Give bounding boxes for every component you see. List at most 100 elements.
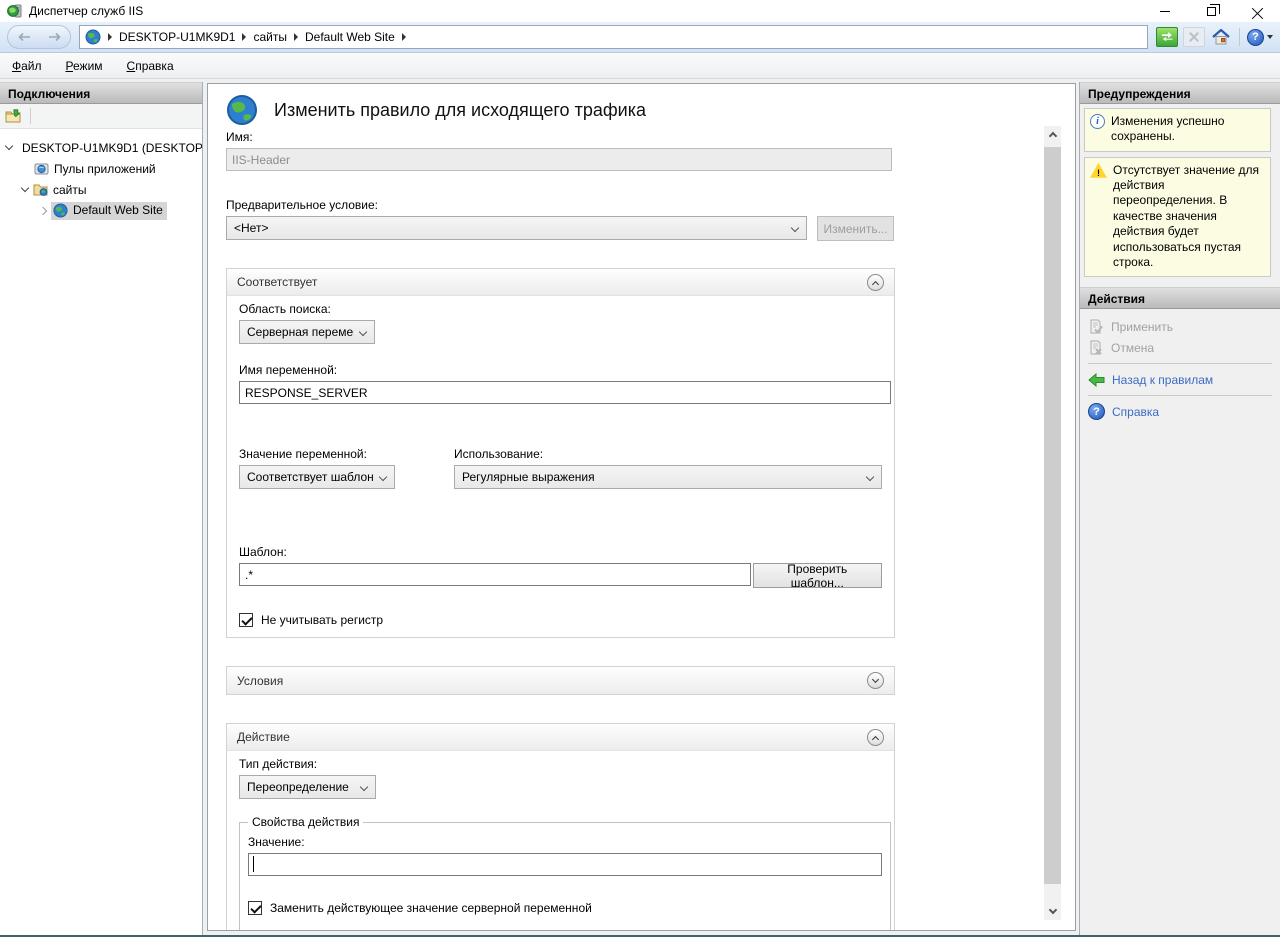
home-button[interactable] bbox=[1210, 27, 1232, 47]
help-menu-button[interactable]: ? bbox=[1247, 29, 1273, 46]
action-section-title: Действие bbox=[237, 730, 290, 744]
variable-value-group: Значение переменной: Соответствует шабло… bbox=[239, 447, 444, 489]
conditions-section: Условия bbox=[226, 666, 895, 695]
pattern-input[interactable] bbox=[239, 563, 751, 586]
chevron-down-icon bbox=[360, 783, 368, 791]
scroll-up-button[interactable] bbox=[1044, 126, 1061, 143]
menu-bar: Файл Режим Справка bbox=[0, 53, 1280, 79]
forward-button[interactable] bbox=[48, 32, 62, 42]
action-apply[interactable]: Применить bbox=[1080, 316, 1280, 337]
variable-name-label: Имя переменной: bbox=[239, 363, 882, 377]
selected-tree-row[interactable]: Default Web Site bbox=[51, 202, 167, 220]
variable-name-input[interactable] bbox=[239, 381, 891, 404]
rule-name-input[interactable] bbox=[226, 148, 892, 171]
back-button[interactable] bbox=[17, 32, 31, 42]
close-button[interactable] bbox=[1234, 0, 1280, 22]
ignore-case-row: Не учитывать регистр bbox=[239, 613, 882, 627]
tree-label-app-pools: Пулы приложений bbox=[54, 162, 156, 176]
alerts-header: Предупреждения bbox=[1080, 82, 1280, 104]
expand-chevron-icon[interactable] bbox=[5, 142, 13, 150]
action-back-to-rules-label: Назад к правилам bbox=[1112, 373, 1213, 387]
menu-view[interactable]: Режим bbox=[66, 59, 103, 73]
warning-glyph: ! bbox=[1097, 168, 1100, 178]
tree-label-server: DESKTOP-U1MK9D1 (DESKTOP bbox=[22, 141, 202, 155]
address-bar-tools: ? bbox=[1156, 27, 1273, 47]
chevron-up-icon bbox=[872, 280, 879, 287]
conditions-section-header: Условия bbox=[227, 667, 894, 694]
tree-item-default-web-site[interactable]: Default Web Site bbox=[0, 200, 202, 221]
tree-item-server[interactable]: DESKTOP-U1MK9D1 (DESKTOP bbox=[0, 137, 202, 158]
stop-icon bbox=[1189, 32, 1199, 42]
minimize-button[interactable] bbox=[1142, 0, 1188, 22]
expand-chevron-icon[interactable] bbox=[21, 184, 29, 192]
tree-item-sites[interactable]: сайты bbox=[0, 179, 202, 200]
scroll-down-button[interactable] bbox=[1044, 903, 1061, 920]
match-section-title: Соответствует bbox=[237, 275, 317, 289]
usage-group: Использование: Регулярные выражения bbox=[454, 447, 882, 489]
help-dropdown-caret-icon bbox=[1267, 35, 1273, 39]
connections-tree: DESKTOP-U1MK9D1 (DESKTOP Пулы приложений bbox=[0, 129, 202, 221]
scope-select[interactable]: Серверная переменн bbox=[239, 320, 375, 344]
action-help-label: Справка bbox=[1112, 405, 1159, 419]
action-properties-groupbox: Свойства действия Значение: Заменить дей… bbox=[239, 822, 891, 931]
match-section-header: Соответствует bbox=[227, 269, 894, 296]
chevron-down-icon bbox=[866, 473, 874, 481]
website-globe-icon bbox=[53, 203, 68, 218]
breadcrumb-item-server[interactable]: DESKTOP-U1MK9D1 bbox=[119, 30, 235, 44]
action-back-to-rules[interactable]: Назад к правилам bbox=[1080, 369, 1280, 390]
breadcrumb-item-sites[interactable]: сайты bbox=[253, 30, 287, 44]
replace-value-row: Заменить действующее значение серверной … bbox=[248, 901, 880, 915]
variable-value-usage-row: Значение переменной: Соответствует шабло… bbox=[239, 447, 882, 489]
breadcrumb-item-default-web-site[interactable]: Default Web Site bbox=[305, 30, 395, 44]
refresh-button[interactable] bbox=[1156, 27, 1178, 47]
main-scrollbar[interactable] bbox=[1044, 126, 1061, 920]
collapsed-chevron-icon[interactable] bbox=[39, 206, 47, 214]
value-label: Значение: bbox=[248, 835, 880, 849]
stop-button-disabled[interactable] bbox=[1183, 27, 1205, 47]
ignore-case-checkbox[interactable] bbox=[239, 613, 253, 627]
menu-file[interactable]: Файл bbox=[12, 59, 42, 73]
alert-warning: ! Отсутствует значение для действия пере… bbox=[1084, 157, 1271, 278]
restore-button[interactable] bbox=[1188, 0, 1234, 22]
replace-value-checkbox[interactable] bbox=[248, 901, 262, 915]
pattern-row: Проверить шаблон... bbox=[239, 563, 882, 588]
tree-item-app-pools[interactable]: Пулы приложений bbox=[0, 158, 202, 179]
menu-help[interactable]: Справка bbox=[127, 59, 174, 73]
create-connection-icon[interactable] bbox=[5, 109, 22, 124]
app-body: Подключения DES bbox=[0, 79, 1280, 935]
breadcrumb-separator-icon bbox=[108, 33, 112, 41]
precondition-edit-button[interactable]: Изменить... bbox=[817, 216, 894, 241]
navigation-buttons bbox=[7, 25, 71, 49]
info-glyph: i bbox=[1096, 116, 1099, 127]
usage-select[interactable]: Регулярные выражения bbox=[454, 465, 882, 489]
alert-warning-text: Отсутствует значение для действия переоп… bbox=[1113, 163, 1266, 271]
actions-header: Действия bbox=[1080, 287, 1280, 309]
usage-value: Регулярные выражения bbox=[462, 470, 595, 484]
action-cancel[interactable]: Отмена bbox=[1080, 337, 1280, 358]
restore-icon bbox=[1207, 7, 1216, 16]
action-type-value: Переопределение bbox=[247, 780, 349, 794]
chevron-down-icon bbox=[359, 328, 367, 336]
breadcrumb-separator-icon bbox=[294, 33, 298, 41]
scrollbar-thumb[interactable] bbox=[1044, 147, 1061, 884]
name-label: Имя: bbox=[226, 130, 1075, 144]
collapse-action-button[interactable] bbox=[867, 729, 884, 746]
conditions-section-title: Условия bbox=[237, 674, 283, 688]
replace-value-label: Заменить действующее значение серверной … bbox=[270, 901, 592, 915]
refresh-icon bbox=[1161, 32, 1174, 43]
address-bar: DESKTOP-U1MK9D1 сайты Default Web Site bbox=[0, 22, 1280, 53]
expand-conditions-button[interactable] bbox=[867, 672, 884, 689]
match-section-content: Область поиска: Серверная переменн Имя п… bbox=[227, 296, 894, 637]
variable-value-select[interactable]: Соответствует шаблону bbox=[239, 465, 395, 489]
chevron-down-icon bbox=[379, 473, 387, 481]
value-input[interactable] bbox=[248, 853, 882, 876]
action-type-select[interactable]: Переопределение bbox=[239, 775, 376, 799]
actions-separator bbox=[1088, 363, 1272, 364]
test-pattern-button[interactable]: Проверить шаблон... bbox=[753, 563, 882, 588]
breadcrumb: DESKTOP-U1MK9D1 сайты Default Web Site bbox=[79, 25, 1148, 49]
precondition-select[interactable]: <Нет> bbox=[226, 216, 807, 240]
variable-value-label: Значение переменной: bbox=[239, 447, 444, 461]
scope-label: Область поиска: bbox=[239, 302, 882, 316]
action-help[interactable]: ? Справка bbox=[1080, 401, 1280, 422]
collapse-match-button[interactable] bbox=[867, 274, 884, 291]
